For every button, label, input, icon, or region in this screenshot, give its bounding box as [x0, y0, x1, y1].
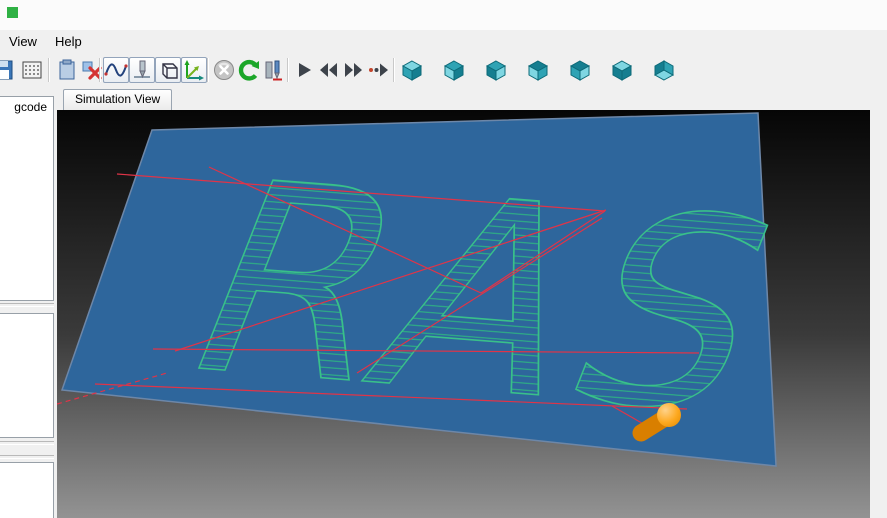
paste-button[interactable] — [55, 58, 79, 82]
toolbar — [0, 52, 887, 88]
step-forward-icon — [367, 58, 391, 82]
toolbar-separator — [393, 58, 395, 82]
play-icon — [292, 58, 316, 82]
save-icon — [0, 58, 15, 82]
view-left-button[interactable] — [526, 58, 550, 82]
reload-button[interactable] — [237, 58, 261, 82]
tab-bar: Simulation View — [57, 88, 870, 110]
application-window: View Help — [0, 0, 887, 518]
toolbar-separator — [287, 58, 289, 82]
axes-icon — [182, 58, 206, 82]
rewind-icon — [316, 58, 340, 82]
sidebar-panel — [0, 462, 54, 518]
stop-button[interactable] — [212, 58, 236, 82]
toolpath-curve-icon — [104, 58, 128, 82]
view-right-button[interactable] — [568, 58, 592, 82]
toolbar-separator — [207, 58, 209, 82]
paste-icon — [55, 58, 79, 82]
sidebar-divider — [0, 455, 54, 459]
view-bottom-icon — [652, 58, 676, 82]
cutting-tool-icon — [130, 58, 154, 82]
menu-bar: View Help — [0, 30, 887, 52]
stop-icon — [212, 58, 236, 82]
menu-view[interactable]: View — [0, 31, 46, 52]
app-icon — [7, 7, 18, 18]
file-list[interactable]: gcode — [0, 96, 54, 301]
view-isometric-icon — [400, 58, 424, 82]
view-front-button[interactable] — [442, 58, 466, 82]
view-bottom-button[interactable] — [652, 58, 676, 82]
view-top-icon — [610, 58, 634, 82]
menu-help[interactable]: Help — [46, 31, 91, 52]
wireframe-cube-icon — [156, 58, 180, 82]
reload-icon — [237, 58, 261, 82]
simulation-scene: RAS — [57, 110, 870, 518]
fast-forward-button[interactable] — [342, 58, 366, 82]
tab-simulation-view[interactable]: Simulation View — [63, 89, 172, 110]
play-button[interactable] — [292, 58, 316, 82]
toggle-toolpath-button[interactable] — [103, 57, 129, 83]
export-icon — [20, 58, 44, 82]
toggle-tool-button[interactable] — [129, 57, 155, 83]
rewind-button[interactable] — [316, 58, 340, 82]
toolpath-letters: RAS — [149, 126, 831, 471]
sidebar-panel — [0, 313, 54, 438]
save-button[interactable] — [0, 58, 15, 82]
view-isometric-button[interactable] — [400, 58, 424, 82]
view-back-icon — [484, 58, 508, 82]
file-item[interactable]: gcode — [0, 97, 53, 116]
sidebar-divider — [0, 441, 54, 445]
simulation-viewport[interactable]: RAS — [57, 110, 870, 518]
sidebar-divider — [0, 303, 54, 307]
fast-forward-icon — [342, 58, 366, 82]
toolbar-separator — [99, 58, 101, 82]
toolpath-text: RAS — [149, 126, 831, 471]
view-left-icon — [526, 58, 550, 82]
view-top-button[interactable] — [610, 58, 634, 82]
view-back-button[interactable] — [484, 58, 508, 82]
view-right-icon — [568, 58, 592, 82]
step-forward-button[interactable] — [367, 58, 391, 82]
tool-position-button[interactable] — [262, 58, 286, 82]
toolbar-separator — [48, 58, 50, 82]
view-front-icon — [442, 58, 466, 82]
tool-position-icon — [262, 58, 286, 82]
title-bar — [0, 0, 887, 30]
toggle-axes-button[interactable] — [181, 57, 207, 83]
export-button[interactable] — [20, 58, 44, 82]
toggle-workpiece-button[interactable] — [155, 57, 181, 83]
